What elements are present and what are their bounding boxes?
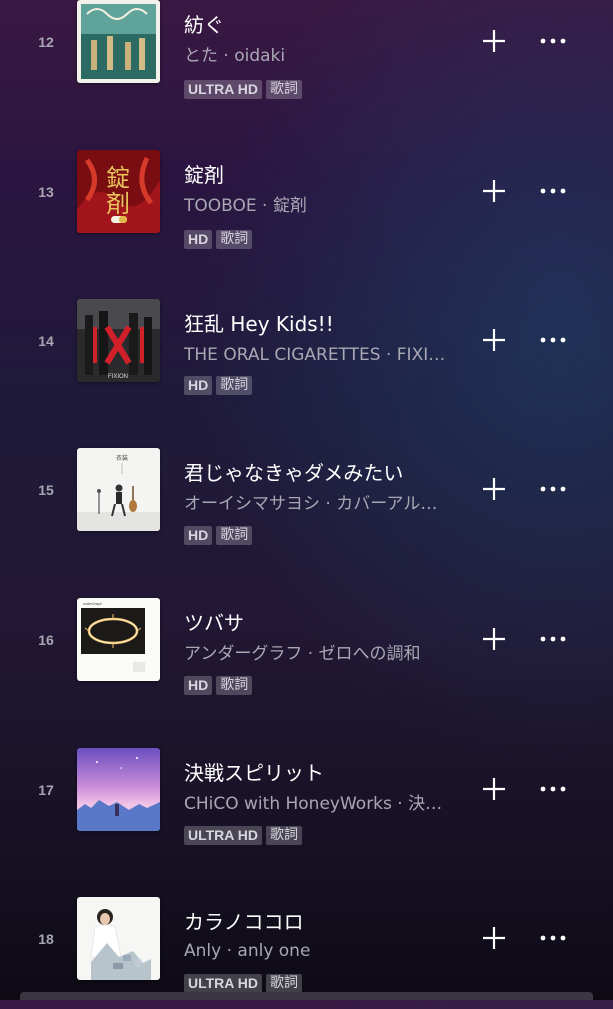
add-to-playlist-button[interactable] (477, 323, 511, 357)
track-number: 12 (38, 34, 54, 50)
track-number: 18 (38, 931, 54, 947)
more-options-button[interactable] (536, 772, 570, 806)
track-number: 13 (38, 184, 54, 200)
lyrics-badge: 歌詞 (266, 80, 302, 99)
more-options-button[interactable] (536, 921, 570, 955)
quality-badge: ULTRA HD (184, 974, 262, 993)
track-badges: HD 歌詞 (184, 230, 253, 250)
album-art[interactable]: FIXION (77, 299, 160, 382)
quality-badge: HD (184, 676, 213, 695)
track-title[interactable]: 錠剤 (184, 162, 459, 188)
more-options-button[interactable] (536, 24, 570, 58)
track-row[interactable]: 12 紡ぐ とた · oidaki ULTRA HD 歌詞 (0, 0, 613, 112)
track-badges: ULTRA HD 歌詞 (184, 826, 302, 846)
lyrics-badge: 歌詞 (266, 826, 302, 845)
quality-badge: HD (184, 376, 213, 395)
svg-text:underGraph: underGraph (83, 602, 102, 606)
album-art-anime-night-image (77, 748, 160, 831)
album-art-oidaki-image (77, 0, 160, 83)
track-list: 12 紡ぐ とた · oidaki ULTRA HD 歌詞 13 錠 剤 錠剤 … (0, 0, 613, 1000)
track-row[interactable]: 13 錠 剤 錠剤 TOOBOE · 錠剤 HD 歌詞 (0, 142, 613, 262)
track-badges: HD 歌詞 (184, 526, 253, 546)
album-art[interactable]: 錠 剤 (77, 150, 160, 233)
track-title[interactable]: 君じゃなきゃダメみたい (184, 460, 459, 486)
svg-text:剤: 剤 (106, 190, 130, 218)
svg-text:衣装: 衣装 (116, 454, 128, 462)
add-to-playlist-button[interactable] (477, 921, 511, 955)
lyrics-badge: 歌詞 (216, 230, 253, 249)
add-to-playlist-button[interactable] (477, 24, 511, 58)
track-badges: ULTRA HD 歌詞 (184, 974, 302, 994)
track-row[interactable]: 15 衣装 君じゃなきゃダメみたい オーイシマサヨシ · カバーアルバム HD … (0, 440, 613, 560)
lyrics-badge: 歌詞 (266, 974, 302, 993)
bottom-sheet-edge (20, 992, 593, 1000)
track-row[interactable]: 14 FIXION 狂乱 Hey Kids!! THE ORAL CIGARET… (0, 291, 613, 411)
quality-badge: HD (184, 526, 213, 545)
quality-badge: ULTRA HD (184, 826, 262, 845)
track-number: 14 (38, 333, 54, 349)
track-subtitle[interactable]: とた · oidaki (184, 45, 454, 67)
plus-icon (483, 628, 505, 650)
add-to-playlist-button[interactable] (477, 174, 511, 208)
track-badges: ULTRA HD 歌詞 (184, 80, 302, 100)
track-subtitle[interactable]: オーイシマサヨシ · カバーアルバム (184, 493, 454, 515)
more-horizontal-icon (540, 38, 566, 44)
add-to-playlist-button[interactable] (477, 772, 511, 806)
more-horizontal-icon (540, 188, 566, 194)
quality-badge: HD (184, 230, 213, 249)
plus-icon (483, 30, 505, 52)
album-art[interactable]: underGraph (77, 598, 160, 681)
track-subtitle[interactable]: CHiCO with HoneyWorks · 決戦スピリット (184, 793, 454, 815)
more-options-button[interactable] (536, 622, 570, 656)
track-row[interactable]: 16 underGraph ツバサ アンダーグラフ · ゼロへの調和 HD 歌詞 (0, 590, 613, 710)
more-horizontal-icon (540, 935, 566, 941)
track-title[interactable]: 決戦スピリット (184, 760, 459, 786)
more-horizontal-icon (540, 636, 566, 642)
track-row[interactable]: 17 決戦スピリット CHiCO with HoneyWorks · 決戦スピリ (0, 740, 613, 860)
track-subtitle[interactable]: TOOBOE · 錠剤 (184, 195, 454, 217)
track-subtitle[interactable]: THE ORAL CIGARETTES · FIXION (184, 344, 454, 366)
more-horizontal-icon (540, 337, 566, 343)
track-badges: HD 歌詞 (184, 376, 253, 396)
svg-text:錠: 錠 (106, 164, 130, 192)
track-row[interactable]: 18 カラノココロ Anly · anly one ULTRA HD 歌詞 (0, 889, 613, 1009)
lyrics-badge: 歌詞 (216, 526, 253, 545)
more-horizontal-icon (540, 786, 566, 792)
album-art[interactable] (77, 0, 160, 83)
album-art-joza-image: 錠 剤 (77, 150, 160, 233)
add-to-playlist-button[interactable] (477, 472, 511, 506)
album-art[interactable] (77, 897, 160, 980)
track-subtitle[interactable]: Anly · anly one (184, 940, 454, 962)
lyrics-badge: 歌詞 (216, 676, 253, 695)
track-number: 15 (38, 482, 54, 498)
more-options-button[interactable] (536, 174, 570, 208)
track-subtitle[interactable]: アンダーグラフ · ゼロへの調和 (184, 643, 454, 665)
album-art-sparkler-ring-image: underGraph (77, 598, 160, 681)
track-title[interactable]: ツバサ (184, 610, 459, 636)
plus-icon (483, 778, 505, 800)
track-title[interactable]: 狂乱 Hey Kids!! (184, 311, 459, 337)
track-number: 16 (38, 632, 54, 648)
album-art-guitarist-image: 衣装 (77, 448, 160, 531)
track-badges: HD 歌詞 (184, 676, 253, 696)
more-horizontal-icon (540, 486, 566, 492)
add-to-playlist-button[interactable] (477, 622, 511, 656)
plus-icon (483, 927, 505, 949)
album-art[interactable]: 衣装 (77, 448, 160, 531)
plus-icon (483, 478, 505, 500)
plus-icon (483, 180, 505, 202)
more-options-button[interactable] (536, 323, 570, 357)
quality-badge: ULTRA HD (184, 80, 262, 99)
track-title[interactable]: カラノココロ (184, 909, 459, 935)
plus-icon (483, 329, 505, 351)
track-title[interactable]: 紡ぐ (184, 12, 459, 38)
track-number: 17 (38, 782, 54, 798)
more-options-button[interactable] (536, 472, 570, 506)
album-art-fixion-image: FIXION (77, 299, 160, 382)
svg-text:FIXION: FIXION (108, 374, 128, 380)
album-art-anly-image (77, 897, 160, 980)
album-art[interactable] (77, 748, 160, 831)
lyrics-badge: 歌詞 (216, 376, 253, 395)
